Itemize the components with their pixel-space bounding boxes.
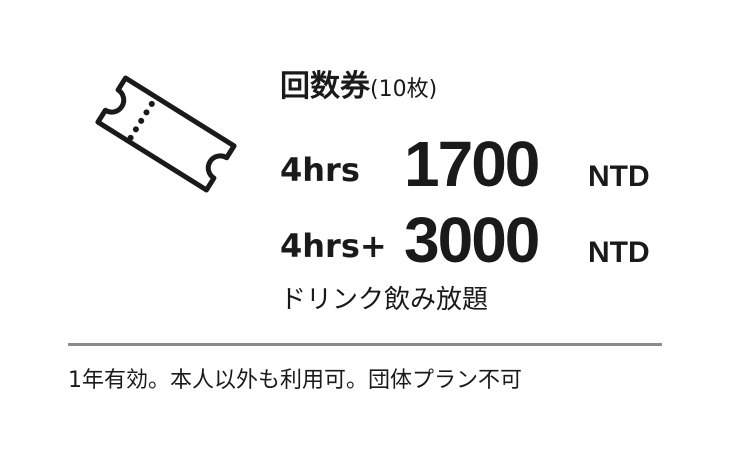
title-main: 回数券 [280, 69, 370, 104]
title-sub: (10枚) [370, 77, 438, 102]
currency-unit: NTD [588, 160, 650, 193]
price-row-4hrs-plus: 4hrs+ 3000 NTD [280, 196, 680, 276]
price-amount: 3000 [404, 204, 540, 276]
currency-unit: NTD [588, 236, 650, 269]
divider [68, 343, 662, 346]
ticket-title: 回数券(10枚) [280, 72, 437, 102]
drink-note: ドリンク飲み放題 [280, 285, 489, 315]
duration-label: 4hrs [280, 151, 360, 189]
price-row-4hrs: 4hrs 1700 NTD [280, 120, 680, 200]
terms-footer: 1年有効。本人以外も利用可。団体プラン不可 [68, 368, 522, 393]
ticket-icon [95, 75, 237, 193]
price-amount: 1700 [404, 128, 540, 200]
duration-label: 4hrs+ [280, 227, 387, 265]
